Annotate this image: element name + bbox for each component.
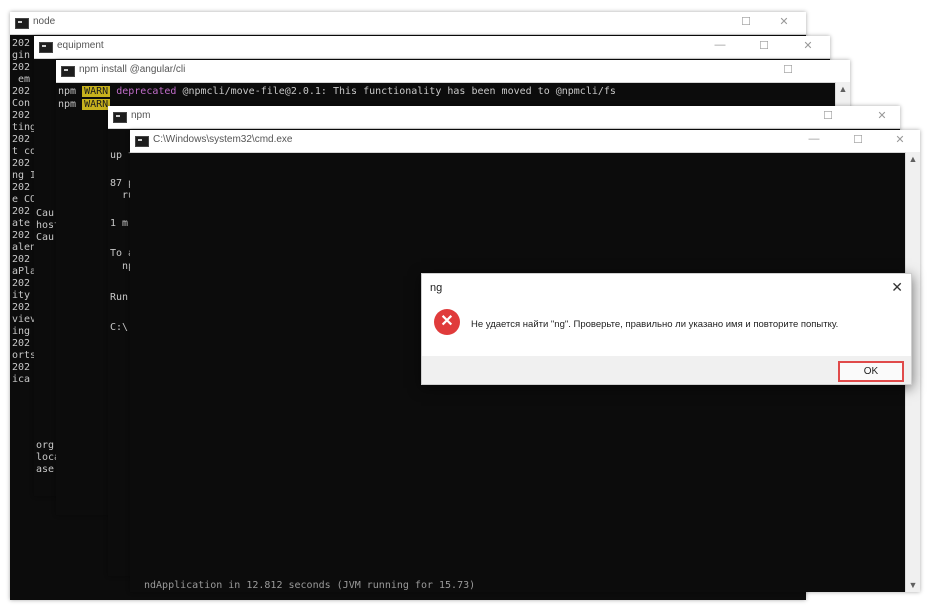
warn-badge: WARN [82, 99, 111, 110]
console-line: ting [12, 122, 37, 133]
console-line: ase [36, 464, 55, 475]
minimize-button[interactable]: — [712, 39, 728, 51]
console-line: C:\ [110, 322, 129, 333]
console-line: e CO [12, 194, 37, 205]
scroll-down-icon[interactable]: ▼ [906, 580, 920, 590]
console-line: 202 [12, 302, 31, 313]
console-icon [39, 42, 53, 53]
console-icon [113, 112, 127, 123]
console-line: ity [12, 290, 31, 301]
close-button[interactable]: ✕ [892, 133, 908, 146]
close-button[interactable]: ✕ [874, 109, 890, 122]
console-line: ate [12, 218, 31, 229]
console-icon [15, 18, 29, 29]
console-line: Cau [36, 232, 55, 243]
console-line: 202 [12, 254, 31, 265]
console-line: 202 [12, 206, 31, 217]
dialog-message: Не удается найти "ng". Проверьте, правил… [471, 319, 839, 330]
console-line: gin [12, 50, 31, 61]
npm-prefix: npm [58, 99, 77, 110]
dialog-close-icon[interactable]: ✕ [891, 279, 903, 296]
console-line: viev [12, 314, 37, 325]
maximize-button[interactable]: ☐ [756, 39, 772, 52]
console-line: Con [12, 98, 31, 109]
console-line: 202 [12, 362, 31, 373]
console-line: aPla [12, 266, 37, 277]
console-line: 202 [12, 182, 31, 193]
console-line: ing [12, 326, 31, 337]
warn-message: @npmcli/move-file@2.0.1: This functional… [176, 86, 616, 97]
console-line: 202 [12, 62, 31, 73]
window-cmd-titlebar[interactable]: C:\Windows\system32\cmd.exe — ☐ ✕ [130, 130, 920, 153]
scroll-up-icon[interactable]: ▲ [836, 84, 850, 94]
console-line: Cau [36, 208, 55, 219]
scroll-up-icon[interactable]: ▲ [906, 154, 920, 164]
npm-warn-line: npm WARN [58, 99, 111, 110]
console-line: orts [12, 350, 37, 361]
minimize-button[interactable]: — [806, 133, 822, 145]
window-npm-install-titlebar[interactable]: npm install @angular/cli ☐ [56, 60, 850, 83]
window-cmd-title: C:\Windows\system32\cmd.exe [153, 134, 293, 145]
window-npm-install-title: npm install @angular/cli [79, 64, 186, 75]
window-equipment-titlebar[interactable]: equipment — ☐ ✕ [34, 36, 830, 59]
maximize-button[interactable]: ☐ [780, 63, 796, 76]
console-line: 202 [12, 110, 31, 121]
console-line: 202 [12, 230, 31, 241]
console-line: alen [12, 242, 37, 253]
console-line: 202 [12, 338, 31, 349]
error-icon: ✕ [434, 309, 460, 335]
window-npm-title: npm [131, 110, 151, 121]
close-button[interactable]: ✕ [776, 15, 792, 28]
console-icon [61, 66, 75, 77]
console-line: 202 [12, 38, 31, 49]
warn-badge: WARN [82, 86, 111, 97]
npm-warn-line: npm WARN deprecated @npmcli/move-file@2.… [58, 86, 616, 97]
console-line: ng I [12, 170, 37, 181]
dialog-footer: OK [422, 356, 911, 384]
window-node-title: node [33, 16, 56, 27]
window-npm-titlebar[interactable]: npm ☐ ✕ [108, 106, 900, 129]
console-line: org [36, 440, 55, 451]
console-line: ica [12, 374, 31, 385]
console-icon [135, 136, 149, 147]
maximize-button[interactable]: ☐ [850, 133, 866, 146]
npm-prefix: npm [58, 86, 77, 97]
dialog-title: ng [430, 282, 443, 294]
console-line: 202 [12, 278, 31, 289]
console-line: ndApplication in 12.812 seconds (JVM run… [144, 580, 476, 591]
console-line: Run [110, 292, 129, 303]
deprecated-label: deprecated [116, 86, 177, 97]
console-line: 202 [12, 86, 31, 97]
maximize-button[interactable]: ☐ [820, 109, 836, 122]
window-node-titlebar[interactable]: node ☐ ✕ [10, 12, 806, 35]
error-dialog[interactable]: ng ✕ ✕ Не удается найти "ng". Проверьте,… [421, 273, 912, 385]
console-line: 202 [12, 134, 31, 145]
ok-button[interactable]: OK [838, 361, 904, 382]
console-line: 202 [12, 158, 31, 169]
console-line: em [12, 74, 31, 85]
console-line: 1 m [110, 218, 129, 229]
console-line: t co [12, 146, 37, 157]
window-equipment-title: equipment [57, 40, 104, 51]
close-button[interactable]: ✕ [800, 39, 816, 52]
maximize-button[interactable]: ☐ [738, 15, 754, 28]
